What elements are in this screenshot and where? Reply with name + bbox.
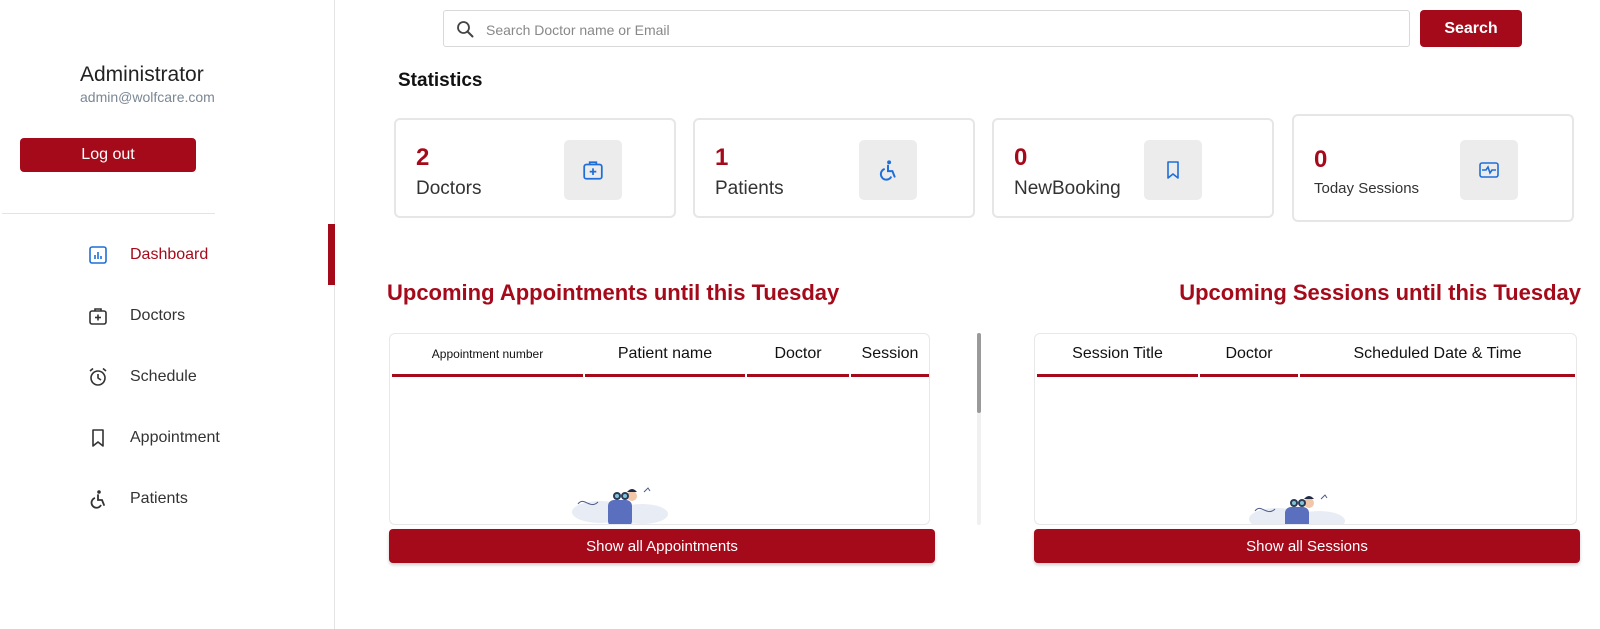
doctor-bag-icon xyxy=(88,306,108,326)
sidebar-item-appointment[interactable]: Appointment xyxy=(0,407,335,468)
sidebar-item-dashboard[interactable]: Dashboard xyxy=(0,224,335,285)
stat-label: NewBooking xyxy=(1014,178,1121,199)
empty-state-illustration xyxy=(1247,489,1347,524)
sidebar-item-label: Appointment xyxy=(130,428,220,446)
sidebar-item-schedule[interactable]: Schedule xyxy=(0,346,335,407)
column-header-session[interactable]: Session xyxy=(851,334,929,377)
statistics-title: Statistics xyxy=(398,70,483,91)
stat-label: Today Sessions xyxy=(1314,180,1420,197)
sidebar-item-label: Dashboard xyxy=(130,245,209,263)
sidebar-item-label: Patients xyxy=(130,489,188,507)
search-input[interactable] xyxy=(484,11,1388,48)
column-header-patient-name[interactable]: Patient name xyxy=(585,334,745,377)
show-all-appointments-button[interactable]: Show all Appointments xyxy=(389,529,935,563)
profile-name: Administrator xyxy=(80,63,204,86)
alarm-clock-icon xyxy=(88,367,108,387)
upcoming-sessions-title: Upcoming Sessions until this Tuesday xyxy=(1179,280,1581,305)
stat-value: 0 xyxy=(1014,144,1028,171)
search-button[interactable]: Search xyxy=(1420,10,1522,47)
empty-state-illustration xyxy=(570,482,670,524)
bookmark-icon xyxy=(1144,140,1202,200)
active-indicator xyxy=(328,224,335,285)
search-bar xyxy=(443,10,1410,48)
stat-label: Patients xyxy=(715,178,784,199)
wheelchair-icon xyxy=(88,489,108,509)
stat-card-patients: 1 Patients xyxy=(693,118,975,218)
wheelchair-icon xyxy=(859,140,917,200)
stat-value: 0 xyxy=(1314,146,1328,173)
stat-label: Doctors xyxy=(416,178,482,199)
bookmark-icon xyxy=(88,428,108,448)
stat-card-today-sessions: 0 Today Sessions xyxy=(1292,114,1574,222)
column-header-scheduled-date-time[interactable]: Scheduled Date & Time xyxy=(1300,334,1575,377)
session-icon xyxy=(1460,140,1518,200)
profile-email: admin@wolfcare.com xyxy=(80,89,215,105)
stat-value: 2 xyxy=(416,144,430,171)
stat-card-new-booking: 0 NewBooking xyxy=(992,118,1274,218)
sidebar-item-label: Doctors xyxy=(130,306,186,324)
logout-button[interactable]: Log out xyxy=(20,138,196,172)
sessions-table: Session Title Doctor Scheduled Date & Ti… xyxy=(1034,333,1577,525)
sidebar-item-patients[interactable]: Patients xyxy=(0,468,335,529)
sidebar-item-label: Schedule xyxy=(130,367,197,385)
column-header-session-title[interactable]: Session Title xyxy=(1037,334,1198,377)
column-header-doctor[interactable]: Doctor xyxy=(747,334,849,377)
appointments-table: Appointment number Patient name Doctor S… xyxy=(389,333,930,525)
stat-card-doctors: 2 Doctors xyxy=(394,118,676,218)
sidebar: Administrator admin@wolfcare.com Log out… xyxy=(0,0,335,629)
show-all-sessions-button[interactable]: Show all Sessions xyxy=(1034,529,1580,563)
column-header-doctor[interactable]: Doctor xyxy=(1200,334,1298,377)
sidebar-item-doctors[interactable]: Doctors xyxy=(0,285,335,346)
stat-value: 1 xyxy=(715,144,729,171)
doctor-bag-icon xyxy=(564,140,622,200)
upcoming-appointments-title: Upcoming Appointments until this Tuesday xyxy=(387,280,840,305)
search-icon xyxy=(456,20,474,38)
sidebar-divider xyxy=(2,213,215,214)
dashboard-icon xyxy=(88,245,108,265)
column-header-appointment-number[interactable]: Appointment number xyxy=(392,334,583,377)
sidebar-nav: Dashboard Doctors Schedule Appointment P… xyxy=(0,224,335,529)
scrollbar-thumb[interactable] xyxy=(977,333,981,413)
